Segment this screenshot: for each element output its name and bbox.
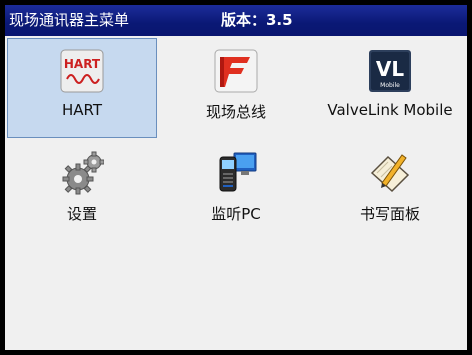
svg-text:Mobile: Mobile <box>380 82 400 89</box>
menu-item-label: 设置 <box>66 205 97 223</box>
listen-pc-icon <box>219 152 257 192</box>
main-menu-screen: 现场通讯器主菜单 版本：3.5 HART HART 现场总线 VL Mobile… <box>5 5 467 350</box>
fieldbus-icon <box>214 49 258 93</box>
title-bar: 现场通讯器主菜单 版本：3.5 <box>5 5 467 36</box>
menu-item-label: HART <box>61 101 103 119</box>
menu-item-label: ValveLink Mobile <box>327 101 453 119</box>
menu-item-settings[interactable]: 设置 <box>7 140 157 240</box>
app-title: 现场通讯器主菜单 <box>9 11 130 29</box>
valvelink-icon: VL Mobile <box>369 50 411 92</box>
menu-item-label: 书写面板 <box>359 205 420 223</box>
menu-item-fieldbus[interactable]: 现场总线 <box>161 38 311 138</box>
menu-item-listen-pc[interactable]: 监听PC <box>161 140 311 240</box>
menu-item-hart[interactable]: HART HART <box>7 38 157 138</box>
notepad-icon <box>370 154 410 193</box>
version-label: 版本：3.5 <box>221 11 293 29</box>
hart-icon: HART <box>60 49 104 93</box>
menu-item-valvelink-mobile[interactable]: VL Mobile ValveLink Mobile <box>315 38 465 138</box>
device-frame: 现场通讯器主菜单 版本：3.5 HART HART 现场总线 VL Mobile… <box>0 0 472 355</box>
menu-item-label: 现场总线 <box>205 103 266 121</box>
menu-item-notepad[interactable]: 书写面板 <box>315 140 465 240</box>
svg-text:HART: HART <box>64 57 101 71</box>
menu-item-label: 监听PC <box>211 205 261 223</box>
svg-text:VL: VL <box>376 57 404 81</box>
gears-icon <box>62 151 104 195</box>
